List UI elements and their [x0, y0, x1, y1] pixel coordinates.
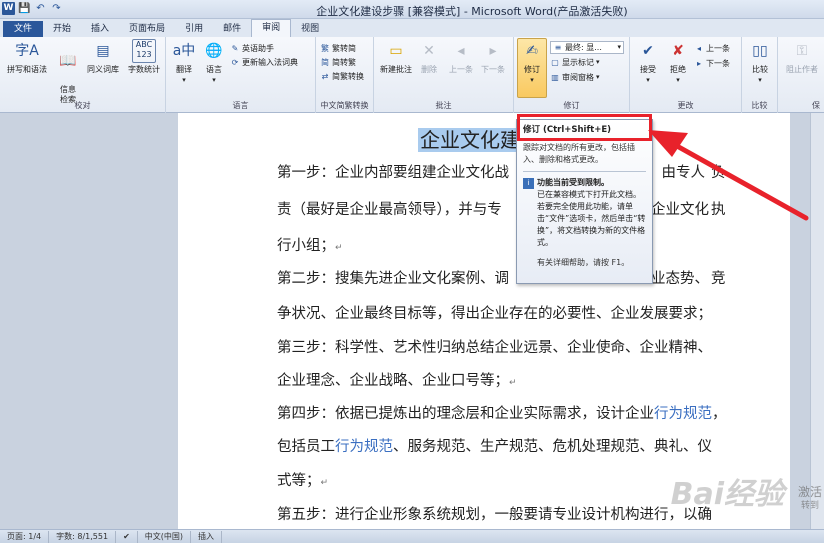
- activation-text: 激活: [797, 485, 822, 499]
- status-insert-mode[interactable]: 插入: [191, 530, 223, 543]
- status-language[interactable]: 中文(中国): [138, 530, 192, 543]
- status-word-count[interactable]: 字数: 8/1,551: [49, 530, 117, 543]
- proofing-status-icon[interactable]: ✔: [116, 530, 138, 543]
- activation-watermark: 激活 转到: [798, 485, 822, 513]
- activation-subtext: 转到: [800, 501, 819, 511]
- baidu-watermark: Bai经验: [670, 477, 784, 512]
- annotation-arrow-icon: [648, 130, 809, 221]
- status-page[interactable]: 页面: 1/4: [0, 530, 50, 543]
- status-bar: 页面: 1/4 字数: 8/1,551 ✔ 中文(中国) 插入: [0, 529, 824, 543]
